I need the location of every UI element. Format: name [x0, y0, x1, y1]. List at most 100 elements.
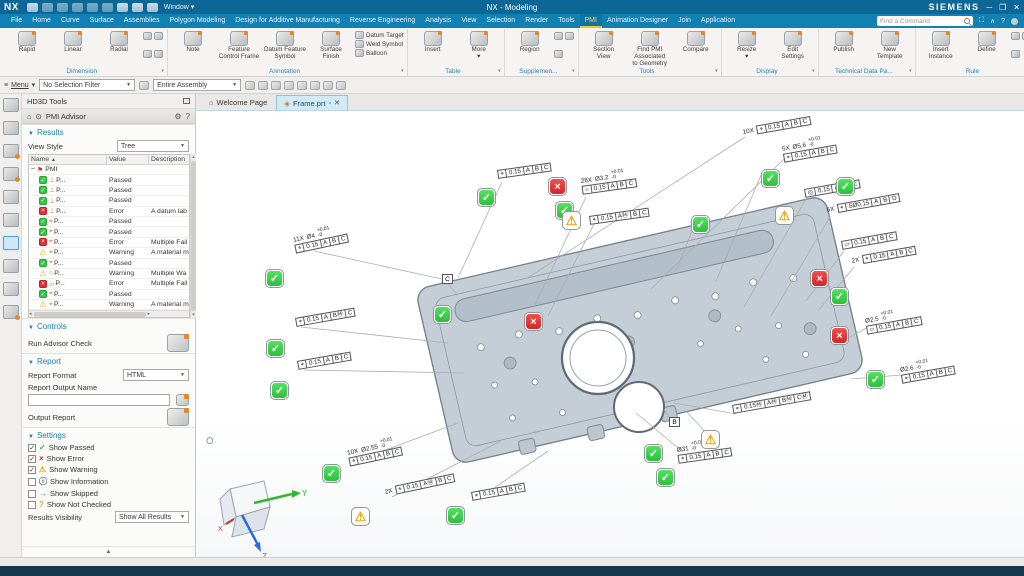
warning-result-badge[interactable]: ⚠ — [351, 507, 370, 526]
ribbon-button-datum-feature[interactable]: Datum Feature Symbol — [263, 30, 307, 67]
table-row[interactable]: ✓⌖P...Passed — [29, 259, 189, 269]
selection-scope-dropdown[interactable]: Entire Assembly▼ — [153, 79, 241, 91]
table-row[interactable]: ×⊥P...ErrorA datum lab — [29, 207, 189, 217]
mini-tool-icon[interactable] — [1011, 32, 1020, 40]
selection-tool-icon[interactable] — [336, 81, 346, 90]
ribbon-button-publish[interactable]: Publish — [822, 30, 866, 67]
check-result-badge[interactable]: ✓ — [270, 381, 289, 400]
ribbon-button-more[interactable]: More ▾ — [457, 30, 501, 67]
results-section-header[interactable]: ▼Results — [22, 124, 195, 139]
warning-result-badge[interactable]: ⚠ — [775, 206, 794, 225]
check-result-badge[interactable]: ✓ — [433, 305, 452, 324]
table-row[interactable]: ✓⊥P...Passed — [29, 175, 189, 185]
selection-filter-dropdown[interactable]: No Selection Filter▼ — [39, 79, 135, 91]
menu-tab-analysis[interactable]: Analysis — [420, 14, 456, 28]
table-row[interactable]: ✓⊥P...Passed — [29, 186, 189, 196]
close-tab-icon[interactable]: ✕ — [334, 99, 340, 107]
check-result-badge[interactable]: ✓ — [836, 177, 855, 196]
window-icon[interactable] — [147, 3, 158, 12]
check-result-badge[interactable]: ✓ — [761, 169, 780, 188]
gears-icon[interactable] — [3, 121, 19, 135]
table-hscrollbar[interactable]: ◂▸ — [29, 310, 189, 317]
menu-tab-application[interactable]: Application — [696, 14, 740, 28]
controls-section-header[interactable]: ▼Controls — [22, 318, 195, 333]
ribbon-button-weld-symbol[interactable]: Weld Symbol — [355, 40, 404, 48]
model-canvas[interactable]: Y Z X ⌖0.15ABC28XØ3.2+0.01-0○0.15ABC⌖0.1… — [196, 111, 1024, 557]
warning-result-badge[interactable]: ⚠ — [562, 211, 581, 230]
settings-section-header[interactable]: ▼Settings — [22, 427, 195, 442]
orientation-triad[interactable]: Y Z X — [202, 463, 312, 557]
redo-icon[interactable] — [57, 3, 68, 12]
menu-tab-pmi[interactable]: PMI — [580, 14, 602, 28]
ribbon-button-resize[interactable]: Resize ▾ — [725, 30, 769, 67]
check-result-badge[interactable]: ✓ — [266, 339, 285, 358]
mini-tool-icon[interactable] — [143, 32, 152, 40]
doc-tab-welcome-page[interactable]: ⌂Welcome Page — [202, 95, 274, 110]
check-result-badge[interactable]: ✓ — [656, 468, 675, 487]
ribbon-button-edit[interactable]: Edit Settings — [771, 30, 815, 67]
ribbon-button-compare[interactable]: Compare — [674, 30, 718, 67]
mini-tool-icon[interactable] — [1011, 50, 1020, 58]
warning-result-badge[interactable]: ⚠ — [701, 430, 720, 449]
pin-icon[interactable]: ▫ — [329, 100, 331, 107]
table-row[interactable]: ⚠○P...WarningMultiple Wa — [29, 269, 189, 279]
ribbon-button-section[interactable]: Section View — [582, 30, 626, 67]
col-description[interactable]: Description — [149, 155, 189, 164]
check-result-badge[interactable]: ✓ — [691, 215, 710, 234]
table-row[interactable]: ⚠⌖P...WarningA material m — [29, 300, 189, 310]
error-result-badge[interactable]: × — [548, 177, 567, 196]
find-command-box[interactable]: Find a Command — [877, 16, 973, 26]
table-row[interactable]: ✓⌖P...Passed — [29, 290, 189, 300]
error-result-badge[interactable]: × — [524, 312, 543, 331]
selection-tool-icon[interactable] — [310, 81, 320, 90]
menu-tab-curve[interactable]: Curve — [56, 14, 85, 28]
menu-tab-home[interactable]: Home — [27, 14, 56, 28]
selection-tool-icon[interactable] — [271, 81, 281, 90]
ribbon-button-rapid[interactable]: Rapid — [5, 30, 49, 67]
datum-flag-c[interactable]: C — [442, 274, 453, 284]
touch-icon[interactable] — [132, 3, 143, 12]
mail-close-icon[interactable] — [3, 167, 19, 181]
browse-folder-button[interactable] — [176, 394, 189, 406]
package-icon[interactable] — [3, 190, 19, 204]
doc-tab-frame-prt[interactable]: ◈Frame.prt▫✕ — [276, 95, 348, 110]
fullscreen-icon[interactable]: ⛶ — [979, 17, 984, 25]
minimize-ribbon-icon[interactable]: ∧ — [990, 17, 995, 25]
cut-icon[interactable] — [72, 3, 83, 12]
ribbon-button-surface[interactable]: Surface Finish — [309, 30, 353, 67]
settings-gear-icon[interactable]: ⚙ — [174, 112, 181, 121]
table-row[interactable]: ⚠⌖P...WarningA material m — [29, 248, 189, 258]
undo-icon[interactable] — [42, 3, 53, 12]
menu-tab-surface[interactable]: Surface — [85, 14, 119, 28]
check-result-badge[interactable]: ✓ — [866, 370, 885, 389]
checkbox-show-skipped[interactable]: →Show Skipped — [22, 488, 195, 499]
menu-tab-selection[interactable]: Selection — [481, 14, 520, 28]
table-row[interactable]: ✓⌖P...Passed — [29, 227, 189, 237]
table-row[interactable]: ✓⊥P...Passed — [29, 196, 189, 206]
check-result-badge[interactable]: ✓ — [477, 188, 496, 207]
paste-icon[interactable] — [102, 3, 113, 12]
check-result-badge[interactable]: ✓ — [322, 464, 341, 483]
menu-tab-polygon-modeling[interactable]: Polygon Modeling — [165, 14, 231, 28]
checkbox-show-information[interactable]: ⓘShow Information — [22, 475, 195, 488]
ribbon-button-find-pmi-associated[interactable]: Find PMI Associated to Geometry — [628, 30, 672, 67]
window-menu[interactable]: Window ▾ — [164, 3, 194, 11]
ribbon-button-insert[interactable]: Insert — [411, 30, 455, 67]
tool-circle-icon[interactable] — [3, 98, 19, 112]
panel-collapse-arrow[interactable]: ▲ — [22, 546, 195, 557]
menu-tab-render[interactable]: Render — [520, 14, 553, 28]
mini-tool-icon[interactable] — [565, 32, 574, 40]
checkbox-show-not-checked[interactable]: ?Show Not Checked — [22, 499, 195, 510]
error-result-badge[interactable]: × — [810, 269, 829, 288]
ribbon-button-insert[interactable]: Insert Instance — [919, 30, 963, 67]
power-icon[interactable]: ⊙ — [36, 112, 42, 121]
report-output-name-input[interactable] — [28, 394, 170, 406]
col-name[interactable]: Name ▲ — [29, 155, 107, 164]
restore-button[interactable]: ❐ — [999, 3, 1006, 12]
datum-flag-b[interactable]: B — [669, 417, 680, 427]
mini-tool-icon[interactable] — [154, 32, 163, 40]
checkbox-show-error[interactable]: ✓×Show Error — [22, 453, 195, 464]
check-result-badge[interactable]: ✓ — [265, 269, 284, 288]
results-visibility-dropdown[interactable]: Show All Results▼ — [115, 511, 189, 523]
check-result-badge[interactable]: ✓ — [644, 444, 663, 463]
